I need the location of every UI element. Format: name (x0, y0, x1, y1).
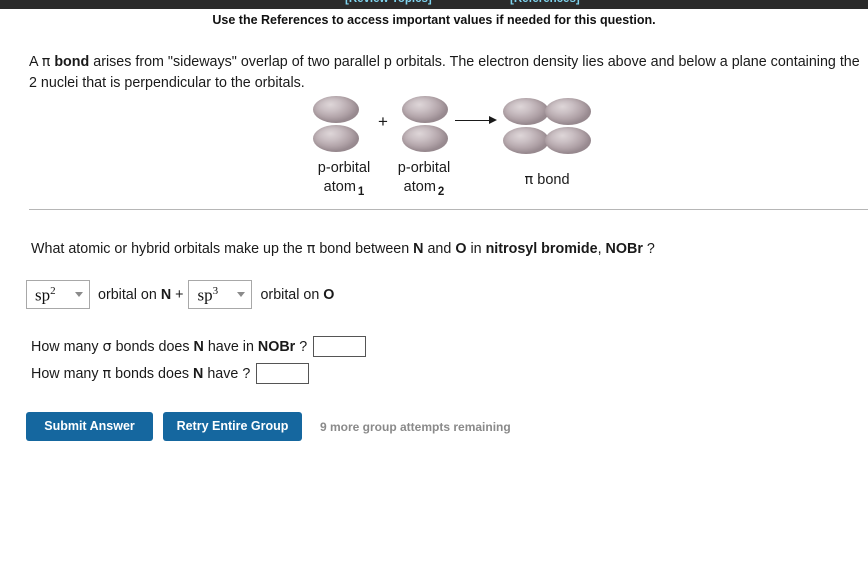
pi-bond-question: How many π bonds does N have ? (31, 365, 251, 382)
right-arrow-icon (455, 114, 497, 126)
section-divider (29, 209, 868, 210)
retry-entire-group-button[interactable]: Retry Entire Group (163, 412, 302, 441)
orbital-select-n[interactable]: sp2 (26, 280, 90, 309)
orbital-lobe (503, 127, 549, 154)
p-orbital-atom1-label: p-orbital atom 1 (298, 159, 390, 202)
orbital-lobe (313, 125, 359, 152)
question-and: and (427, 241, 452, 257)
intro-rest: arises from "sideways" overlap of two pa… (29, 54, 860, 91)
question-atom-n: N (413, 241, 424, 257)
orbital-lobe (503, 98, 549, 125)
sigma-bond-question: How many σ bonds does N have in NOBr ? (31, 338, 308, 355)
label-line-2: atom (323, 179, 356, 195)
question-text: What atomic or hybrid orbitals make up t… (31, 241, 655, 257)
attempts-remaining-text: 9 more group attempts remaining (320, 419, 511, 434)
question-part-2: bond between (319, 241, 410, 257)
pi-bond-label: π bond (492, 171, 602, 190)
pi-symbol-icon: π (306, 241, 316, 257)
top-navigation-bar: [Review Topics] [References] (0, 0, 868, 9)
question-atom-o: O (455, 241, 467, 257)
label-line-1: p-orbital (397, 160, 451, 176)
p-orbital-atom1-graphic (313, 96, 359, 152)
orbital-select-o-value: sp3 (197, 284, 219, 305)
question-compound-name: nitrosyl bromide (485, 241, 598, 257)
p-orbital-atom2-graphic (402, 96, 448, 152)
question-mark: ? (646, 241, 655, 257)
instruction-banner: Use the References to access important v… (212, 13, 656, 27)
pi-bond-input[interactable] (256, 363, 310, 384)
action-button-row: Submit Answer Retry Entire Group 9 more … (26, 412, 511, 441)
submit-answer-button[interactable]: Submit Answer (26, 412, 153, 441)
p-orbital-atom2-label: p-orbital atom 2 (378, 159, 470, 202)
orbital-lobe (313, 96, 359, 123)
intro-lead: A (29, 54, 38, 70)
orbital-select-o[interactable]: sp3 (188, 280, 253, 309)
references-link[interactable]: [References] (510, 0, 580, 5)
chevron-down-icon (75, 292, 83, 297)
orbital-select-n-value: sp2 (35, 284, 56, 305)
pi-bond-graphic (503, 98, 591, 154)
label-subscript: 2 (437, 186, 445, 198)
question-compound-formula: NOBr (605, 241, 643, 257)
orbital-lobe (402, 96, 448, 123)
chevron-down-icon (237, 292, 246, 297)
orbital-lobe (545, 98, 591, 125)
pi-symbol-icon: π (524, 172, 534, 188)
orbital-n-caption: orbital on N + (98, 286, 184, 303)
intro-bold-word: bond (54, 54, 90, 70)
sigma-bond-input[interactable] (313, 336, 367, 357)
pi-symbol-icon: π (102, 365, 112, 382)
sigma-bond-count-row: How many σ bonds does N have in NOBr ? (31, 333, 367, 360)
plus-operator: + (378, 112, 388, 131)
pi-bond-count-row: How many π bonds does N have ? (31, 360, 366, 387)
orbital-lobe (402, 125, 448, 152)
orbital-o-caption: orbital on O (260, 286, 335, 303)
label-line-2: atom (403, 179, 436, 195)
question-comma: , (597, 241, 602, 257)
orbital-answer-row: sp2 orbital on N + sp3 orbital on O (26, 280, 339, 309)
bond-count-section: How many σ bonds does N have in NOBr ? H… (31, 333, 367, 387)
intro-paragraph: A π bond arises from "sideways" overlap … (29, 52, 861, 94)
label-line-1: p-orbital (317, 160, 371, 176)
review-topics-link[interactable]: [Review Topics] (345, 0, 432, 5)
sigma-symbol-icon: σ (102, 338, 112, 355)
label-subscript: 1 (357, 186, 365, 198)
orbital-lobe (545, 127, 591, 154)
pi-symbol-icon: π (41, 54, 51, 70)
question-part-1: What atomic or hybrid orbitals make up t… (31, 241, 303, 257)
pi-bond-label-text: bond (537, 172, 570, 188)
question-part-3: in (470, 241, 482, 257)
